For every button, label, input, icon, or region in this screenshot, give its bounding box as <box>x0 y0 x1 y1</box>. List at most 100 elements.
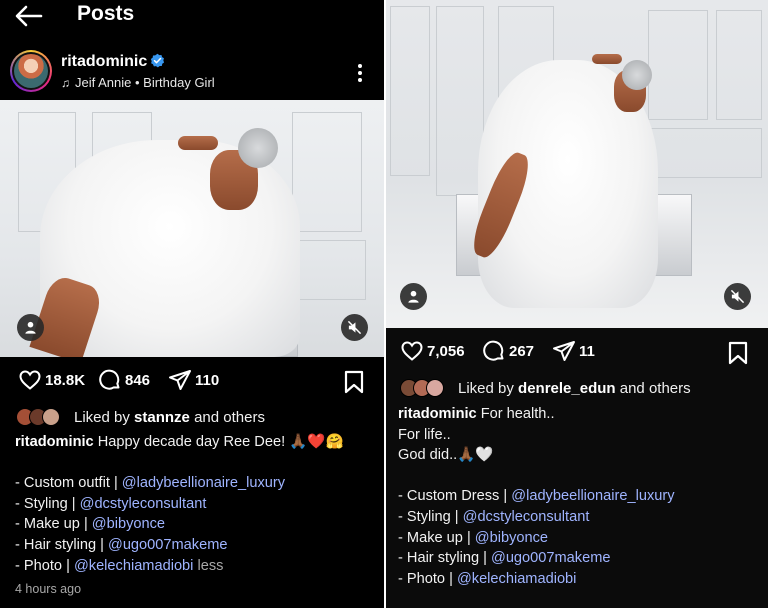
credit-line: - Hair styling | @ugo007makeme <box>398 548 764 569</box>
comment-icon <box>483 340 504 361</box>
mention-link[interactable]: @ladybeellionaire_luxury <box>122 475 285 491</box>
credit-line: - Make up | @bibyonce <box>15 514 380 535</box>
credit-label: - Custom Dress | <box>398 488 512 505</box>
credit-line: - Hair styling | @ugo007makeme <box>15 535 380 556</box>
like-button[interactable]: 7,056 <box>400 339 465 363</box>
mention-link[interactable]: @kelechiamadiobi <box>74 558 193 574</box>
like-button[interactable]: 18.8K <box>18 368 85 392</box>
audio-track-link[interactable]: ♫ Jeif Annie • Birthday Girl <box>61 75 215 90</box>
post-image[interactable] <box>0 100 384 357</box>
mute-button[interactable] <box>724 283 751 310</box>
bookmark-icon <box>344 370 364 394</box>
credit-line: - Styling | @dcstyleconsultant <box>398 507 764 528</box>
post-caption: ritadominic For health.. For life.. God … <box>398 404 764 589</box>
more-vertical-icon <box>352 64 368 82</box>
action-bar: 7,056 267 11 <box>386 337 768 367</box>
credit-line: - Custom Dress | @ladybeellionaire_luxur… <box>398 486 764 507</box>
comment-count: 846 <box>125 371 151 389</box>
credit-line: - Make up | @bibyonce <box>398 528 764 549</box>
liked-by-row[interactable]: Liked by denrele_edun and others <box>400 379 691 397</box>
post-caption: ritadominic Happy decade day Ree Dee! 🙏🏾… <box>15 432 380 576</box>
tagged-people-button[interactable] <box>17 314 44 341</box>
avatar <box>426 379 444 397</box>
arm <box>178 136 218 150</box>
speaker-muted-icon <box>347 320 362 335</box>
wall-panel <box>648 10 708 120</box>
caption-first-line: ritadominic For health.. <box>398 404 764 425</box>
liked-by-user-link[interactable]: stannze <box>134 409 190 426</box>
caption-username-link[interactable]: ritadominic <box>398 406 477 422</box>
caption-text: For health.. <box>476 406 555 422</box>
username-text: ritadominic <box>61 53 148 70</box>
like-count: 18.8K <box>45 371 86 389</box>
liker-avatars <box>16 408 68 426</box>
username-link[interactable]: ritadominic <box>61 53 165 71</box>
wall-panel <box>648 128 762 178</box>
share-button[interactable]: 11 <box>552 339 595 363</box>
mention-link[interactable]: @dcstyleconsultant <box>80 496 207 512</box>
arm <box>592 54 622 64</box>
action-bar: 18.8K 846 110 <box>0 366 384 396</box>
post-header: ritadominic ♫ Jeif Annie • Birthday Girl <box>0 50 384 96</box>
liked-by-prefix: Liked by <box>458 380 519 397</box>
credit-line: - Styling | @dcstyleconsultant <box>15 494 380 515</box>
mention-link[interactable]: @ugo007makeme <box>491 550 610 566</box>
credit-line: - Photo | @kelechiamadiobi <box>398 569 764 590</box>
mention-link[interactable]: @bibyonce <box>92 516 165 532</box>
credit-label: - Hair styling | <box>15 536 108 553</box>
liked-by-user-link[interactable]: denrele_edun <box>518 380 616 397</box>
credit-label: - Styling | <box>15 495 80 512</box>
more-options-button[interactable] <box>352 62 368 84</box>
caption-username-link[interactable]: ritadominic <box>15 434 94 450</box>
mention-link[interactable]: @ladybeellionaire_luxury <box>511 488 674 504</box>
mention-link[interactable]: @kelechiamadiobi <box>457 571 576 587</box>
tagged-people-button[interactable] <box>400 283 427 310</box>
speaker-muted-icon <box>730 289 745 304</box>
comment-count: 267 <box>509 342 535 360</box>
credit-label: - Photo | <box>15 557 74 574</box>
liked-by-row[interactable]: Liked by stannze and others <box>16 408 265 426</box>
hair <box>622 60 652 90</box>
post-image[interactable] <box>386 0 768 328</box>
post-timestamp: 4 hours ago <box>15 582 82 596</box>
comment-button[interactable]: 846 <box>98 368 150 392</box>
page-title: Posts <box>77 2 135 25</box>
save-button[interactable] <box>728 341 748 365</box>
mention-link[interactable]: @ugo007makeme <box>108 537 227 553</box>
heart-icon <box>401 341 423 361</box>
person-icon <box>25 321 36 334</box>
like-count: 7,056 <box>427 342 465 360</box>
hair <box>238 128 278 168</box>
credit-label: - Custom outfit | <box>15 475 122 492</box>
caption-text: Happy decade day Ree Dee! 🙏🏾❤️🤗 <box>93 434 344 450</box>
credit-label: - Make up | <box>398 529 475 546</box>
share-count: 110 <box>195 371 220 389</box>
liked-by-prefix: Liked by <box>74 409 135 426</box>
heart-icon <box>19 370 41 390</box>
mention-link[interactable]: @bibyonce <box>475 530 548 546</box>
bookmark-icon <box>728 341 748 365</box>
less-toggle[interactable]: less <box>193 558 223 574</box>
share-button[interactable]: 110 <box>168 368 219 392</box>
mute-button[interactable] <box>341 314 368 341</box>
save-button[interactable] <box>344 370 364 394</box>
back-button[interactable] <box>14 4 44 28</box>
send-icon <box>553 341 575 361</box>
share-count: 11 <box>579 342 595 360</box>
mention-link[interactable]: @dcstyleconsultant <box>463 509 590 525</box>
liked-by-suffix: and others <box>189 409 265 426</box>
comment-button[interactable]: 267 <box>482 339 534 363</box>
liked-by-suffix: and others <box>615 380 691 397</box>
credit-line: - Custom outfit | @ladybeellionaire_luxu… <box>15 473 380 494</box>
wall-panel <box>292 112 362 232</box>
back-arrow-icon <box>15 5 43 27</box>
send-icon <box>169 370 191 390</box>
avatar[interactable] <box>10 50 52 92</box>
credit-label: - Photo | <box>398 570 457 587</box>
credit-line: - Photo | @kelechiamadiobi less <box>15 556 380 577</box>
liker-avatars <box>400 379 452 397</box>
wall-panel <box>716 10 762 120</box>
credit-label: - Styling | <box>398 508 463 525</box>
caption-line: For life.. <box>398 426 451 443</box>
audio-track-label: Jeif Annie • Birthday Girl <box>75 75 215 90</box>
